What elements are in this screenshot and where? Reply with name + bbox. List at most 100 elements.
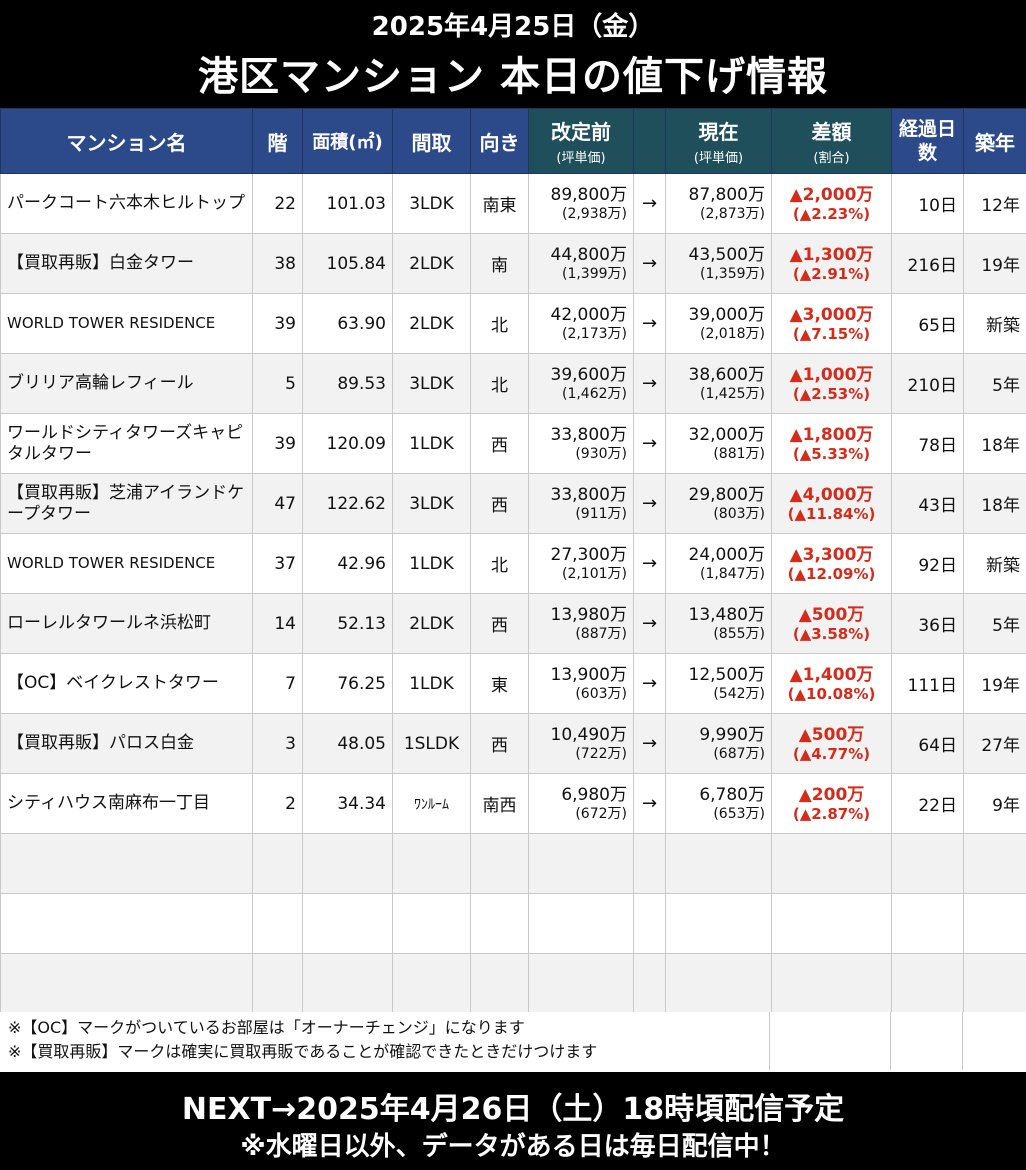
empty-cell xyxy=(392,833,471,894)
elapsed-days: 43日 xyxy=(891,473,964,534)
col-current-label: 現在 xyxy=(698,120,739,144)
page-header: 2025年4月25日（金） 港区マンション 本日の値下げ情報 xyxy=(0,0,1026,108)
price-before-value: 10,490万 xyxy=(550,724,627,745)
price-diff: ▲3,000万 (▲7.15%) xyxy=(771,293,892,354)
col-before: 改定前 (坪単価) xyxy=(528,108,634,174)
price-diff: ▲500万 (▲4.77%) xyxy=(771,713,892,774)
empty-cell xyxy=(665,953,772,1014)
layout: 1LDK xyxy=(392,413,471,474)
area: 76.25 xyxy=(302,653,393,714)
building-age: 19年 xyxy=(963,653,1026,714)
floor: 22 xyxy=(252,173,303,234)
floor: 38 xyxy=(252,233,303,294)
price-before: 6,980万 (672万) xyxy=(528,773,634,834)
arrow: → xyxy=(633,173,666,234)
price-current-value: 38,600万 xyxy=(688,364,765,385)
empty-cell xyxy=(891,893,964,954)
direction: 南西 xyxy=(470,773,529,834)
layout: 2LDK xyxy=(392,593,471,654)
price-before: 27,300万 (2,101万) xyxy=(528,533,634,594)
empty-row xyxy=(0,893,1026,954)
price-before-tsubo: (930万) xyxy=(575,445,627,462)
arrow: → xyxy=(633,593,666,654)
price-diff: ▲4,000万 (▲11.84%) xyxy=(771,473,892,534)
building-age: 12年 xyxy=(963,173,1026,234)
price-diff: ▲1,400万 (▲10.08%) xyxy=(771,653,892,714)
notes: ※【OC】マークがついているお部屋は「オーナーチェンジ」になります ※【買取再販… xyxy=(0,1012,770,1070)
delivery-note: ※水曜日以外、データがある日は毎日配信中！ xyxy=(240,1132,786,1162)
property-name: パークコート六本木ヒルトップ xyxy=(0,173,253,234)
price-diff-value: ▲1,400万 xyxy=(789,664,874,685)
price-reduction-page: 2025年4月25日（金） 港区マンション 本日の値下げ情報 マンション名 階 … xyxy=(0,0,1026,1170)
price-current-value: 32,000万 xyxy=(688,424,765,445)
floor: 37 xyxy=(252,533,303,594)
empty-cell xyxy=(252,953,303,1014)
floor: 39 xyxy=(252,413,303,474)
empty-cell xyxy=(528,953,634,1014)
price-current: 12,500万 (542万) xyxy=(665,653,772,714)
elapsed-days: 65日 xyxy=(891,293,964,354)
price-diff-value: ▲1,000万 xyxy=(789,364,874,385)
col-direction: 向き xyxy=(470,108,529,174)
empty-cell xyxy=(633,833,666,894)
building-age: 27年 xyxy=(963,713,1026,774)
price-diff-pct: (▲7.15%) xyxy=(792,324,871,343)
empty-cell xyxy=(0,893,253,954)
price-before-value: 44,800万 xyxy=(550,244,627,265)
area: 122.62 xyxy=(302,473,393,534)
empty-cell xyxy=(665,833,772,894)
note-oc: ※【OC】マークがついているお部屋は「オーナーチェンジ」になります xyxy=(8,1018,525,1037)
price-current: 9,990万 (687万) xyxy=(665,713,772,774)
price-before-tsubo: (2,101万) xyxy=(561,565,627,582)
price-diff-value: ▲500万 xyxy=(798,724,865,745)
price-diff: ▲200万 (▲2.87%) xyxy=(771,773,892,834)
price-before-tsubo: (887万) xyxy=(575,625,627,642)
floor: 39 xyxy=(252,293,303,354)
direction: 西 xyxy=(470,593,529,654)
empty-cell xyxy=(771,953,892,1014)
direction: 北 xyxy=(470,353,529,414)
direction: 西 xyxy=(470,713,529,774)
empty-cell xyxy=(633,953,666,1014)
price-current-value: 9,990万 xyxy=(699,724,765,745)
price-before-value: 89,800万 xyxy=(550,184,627,205)
price-current-tsubo: (687万) xyxy=(713,745,765,762)
direction: 北 xyxy=(470,533,529,594)
building-age: 18年 xyxy=(963,473,1026,534)
price-before: 42,000万 (2,173万) xyxy=(528,293,634,354)
col-diff-label: 差額 xyxy=(811,120,852,144)
property-name: ブリリア高輪レフィール xyxy=(0,353,253,414)
layout: 1LDK xyxy=(392,533,471,594)
elapsed-days: 78日 xyxy=(891,413,964,474)
empty-cell xyxy=(470,833,529,894)
table-row: ブリリア高輪レフィール 5 89.53 3LDK 北 39,600万 (1,462万) → 38… xyxy=(0,353,1026,414)
empty-cell xyxy=(771,893,892,954)
direction: 西 xyxy=(470,413,529,474)
building-age: 19年 xyxy=(963,233,1026,294)
price-current: 24,000万 (1,847万) xyxy=(665,533,772,594)
col-area: 面積(㎡) xyxy=(302,108,393,174)
price-before-value: 42,000万 xyxy=(550,304,627,325)
layout: 3LDK xyxy=(392,353,471,414)
direction: 南東 xyxy=(470,173,529,234)
price-current-value: 13,480万 xyxy=(688,604,765,625)
price-current: 87,800万 (2,873万) xyxy=(665,173,772,234)
arrow: → xyxy=(633,773,666,834)
price-diff: ▲2,000万 (▲2.23%) xyxy=(771,173,892,234)
price-current: 13,480万 (855万) xyxy=(665,593,772,654)
price-diff-value: ▲3,300万 xyxy=(789,544,874,565)
property-name: 【OC】ベイクレストタワー xyxy=(0,653,253,714)
elapsed-days: 64日 xyxy=(891,713,964,774)
arrow: → xyxy=(633,473,666,534)
property-name: 【買取再販】芝浦アイランドケープタワー xyxy=(0,473,253,534)
price-diff: ▲3,300万 (▲12.09%) xyxy=(771,533,892,594)
price-before-value: 33,800万 xyxy=(550,484,627,505)
table-row: 【OC】ベイクレストタワー 7 76.25 1LDK 東 13,900万 (603万) → 12… xyxy=(0,653,1026,714)
empty-cell xyxy=(0,833,253,894)
price-before: 33,800万 (930万) xyxy=(528,413,634,474)
col-layout: 間取 xyxy=(392,108,471,174)
price-current: 38,600万 (1,425万) xyxy=(665,353,772,414)
price-current-tsubo: (881万) xyxy=(713,445,765,462)
price-current-value: 43,500万 xyxy=(688,244,765,265)
price-diff-pct: (▲3.58%) xyxy=(792,624,871,643)
